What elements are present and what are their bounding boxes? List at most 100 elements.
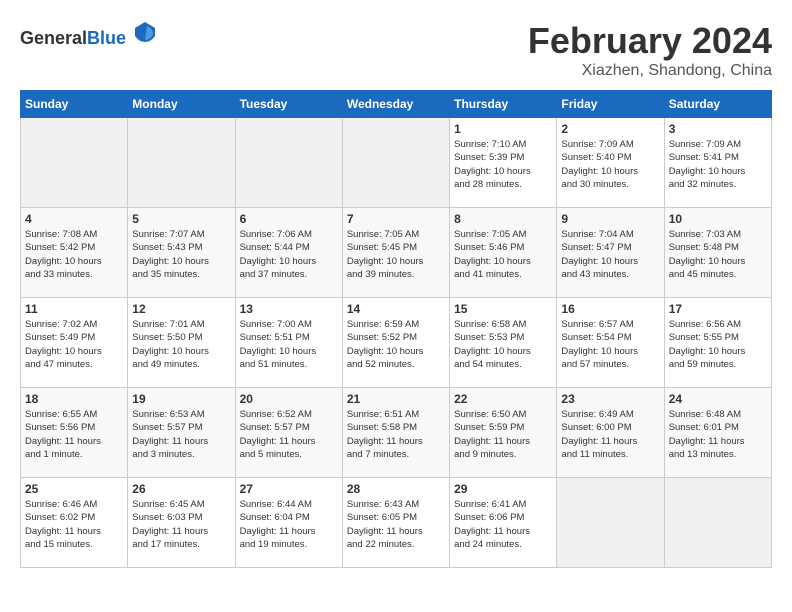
calendar-day-cell [235,118,342,208]
calendar-day-cell: 23 Sunrise: 6:49 AM Sunset: 6:00 PM Dayli… [557,388,664,478]
day-of-week-header: Saturday [664,91,771,118]
day-number: 5 [132,212,230,226]
day-info: Sunrise: 7:06 AM Sunset: 5:44 PM Dayligh… [240,228,338,281]
calendar-day-cell: 28 Sunrise: 6:43 AM Sunset: 6:05 PM Dayli… [342,478,449,568]
day-info: Sunrise: 6:53 AM Sunset: 5:57 PM Dayligh… [132,408,230,461]
day-number: 21 [347,392,445,406]
calendar-day-cell: 15 Sunrise: 6:58 AM Sunset: 5:53 PM Dayli… [450,298,557,388]
day-info: Sunrise: 6:45 AM Sunset: 6:03 PM Dayligh… [132,498,230,551]
calendar-day-cell: 20 Sunrise: 6:52 AM Sunset: 5:57 PM Dayli… [235,388,342,478]
day-info: Sunrise: 7:09 AM Sunset: 5:40 PM Dayligh… [561,138,659,191]
calendar-week-row: 11 Sunrise: 7:02 AM Sunset: 5:49 PM Dayli… [21,298,772,388]
day-number: 25 [25,482,123,496]
day-number: 2 [561,122,659,136]
calendar-day-cell: 4 Sunrise: 7:08 AM Sunset: 5:42 PM Daylig… [21,208,128,298]
logo: GeneralBlue [20,20,157,49]
calendar-day-cell [557,478,664,568]
day-number: 22 [454,392,552,406]
day-number: 1 [454,122,552,136]
day-number: 14 [347,302,445,316]
day-info: Sunrise: 6:52 AM Sunset: 5:57 PM Dayligh… [240,408,338,461]
calendar-day-cell: 13 Sunrise: 7:00 AM Sunset: 5:51 PM Dayli… [235,298,342,388]
day-info: Sunrise: 6:58 AM Sunset: 5:53 PM Dayligh… [454,318,552,371]
day-info: Sunrise: 6:49 AM Sunset: 6:00 PM Dayligh… [561,408,659,461]
day-number: 17 [669,302,767,316]
day-number: 19 [132,392,230,406]
day-info: Sunrise: 7:00 AM Sunset: 5:51 PM Dayligh… [240,318,338,371]
calendar-day-cell: 27Sunrise: 6:44 AM Sunset: 6:04 PM Dayli… [235,478,342,568]
calendar-day-cell: 17 Sunrise: 6:56 AM Sunset: 5:55 PM Dayli… [664,298,771,388]
calendar-day-cell: 2 Sunrise: 7:09 AM Sunset: 5:40 PM Daylig… [557,118,664,208]
calendar-day-cell: 11 Sunrise: 7:02 AM Sunset: 5:49 PM Dayli… [21,298,128,388]
calendar-day-cell: 25Sunrise: 6:46 AM Sunset: 6:02 PM Dayli… [21,478,128,568]
calendar-title: February 2024 [528,20,772,62]
calendar-day-cell [128,118,235,208]
calendar-day-cell: 8 Sunrise: 7:05 AM Sunset: 5:46 PM Daylig… [450,208,557,298]
calendar-day-cell: 5Sunrise: 7:07 AM Sunset: 5:43 PM Daylig… [128,208,235,298]
calendar-day-cell: 14 Sunrise: 6:59 AM Sunset: 5:52 PM Dayli… [342,298,449,388]
day-number: 26 [132,482,230,496]
calendar-day-cell: 16Sunrise: 6:57 AM Sunset: 5:54 PM Dayli… [557,298,664,388]
day-number: 18 [25,392,123,406]
day-of-week-header: Friday [557,91,664,118]
calendar-day-cell [664,478,771,568]
logo-icon [133,20,157,49]
day-number: 10 [669,212,767,226]
day-number: 16 [561,302,659,316]
day-number: 27 [240,482,338,496]
calendar-day-cell: 6Sunrise: 7:06 AM Sunset: 5:44 PM Daylig… [235,208,342,298]
day-of-week-header: Monday [128,91,235,118]
day-info: Sunrise: 7:08 AM Sunset: 5:42 PM Dayligh… [25,228,123,281]
day-info: Sunrise: 6:59 AM Sunset: 5:52 PM Dayligh… [347,318,445,371]
day-number: 8 [454,212,552,226]
calendar-day-cell: 18 Sunrise: 6:55 AM Sunset: 5:56 PM Dayli… [21,388,128,478]
calendar-day-cell: 24 Sunrise: 6:48 AM Sunset: 6:01 PM Dayli… [664,388,771,478]
calendar-week-row: 4 Sunrise: 7:08 AM Sunset: 5:42 PM Daylig… [21,208,772,298]
day-info: Sunrise: 7:05 AM Sunset: 5:46 PM Dayligh… [454,228,552,281]
day-info: Sunrise: 6:48 AM Sunset: 6:01 PM Dayligh… [669,408,767,461]
calendar-day-cell: 12 Sunrise: 7:01 AM Sunset: 5:50 PM Dayli… [128,298,235,388]
calendar-day-cell: 29 Sunrise: 6:41 AM Sunset: 6:06 PM Dayli… [450,478,557,568]
calendar-day-cell: 7Sunrise: 7:05 AM Sunset: 5:45 PM Daylig… [342,208,449,298]
day-info: Sunrise: 7:09 AM Sunset: 5:41 PM Dayligh… [669,138,767,191]
day-number: 28 [347,482,445,496]
day-number: 4 [25,212,123,226]
day-info: Sunrise: 6:50 AM Sunset: 5:59 PM Dayligh… [454,408,552,461]
day-info: Sunrise: 7:10 AM Sunset: 5:39 PM Dayligh… [454,138,552,191]
calendar-week-row: 18 Sunrise: 6:55 AM Sunset: 5:56 PM Dayli… [21,388,772,478]
day-info: Sunrise: 6:55 AM Sunset: 5:56 PM Dayligh… [25,408,123,461]
calendar-day-cell: 9 Sunrise: 7:04 AM Sunset: 5:47 PM Daylig… [557,208,664,298]
day-of-week-header: Wednesday [342,91,449,118]
day-number: 29 [454,482,552,496]
day-info: Sunrise: 7:04 AM Sunset: 5:47 PM Dayligh… [561,228,659,281]
calendar-day-cell: 3 Sunrise: 7:09 AM Sunset: 5:41 PM Daylig… [664,118,771,208]
calendar-day-cell [342,118,449,208]
calendar-week-row: 25Sunrise: 6:46 AM Sunset: 6:02 PM Dayli… [21,478,772,568]
day-info: Sunrise: 7:01 AM Sunset: 5:50 PM Dayligh… [132,318,230,371]
calendar-table: SundayMondayTuesdayWednesdayThursdayFrid… [20,90,772,568]
day-of-week-header: Sunday [21,91,128,118]
day-number: 3 [669,122,767,136]
day-number: 12 [132,302,230,316]
calendar-day-cell: 1 Sunrise: 7:10 AM Sunset: 5:39 PM Daylig… [450,118,557,208]
day-number: 9 [561,212,659,226]
calendar-header: GeneralBlue February 2024 Xiazhen, Shand… [20,20,772,80]
day-number: 11 [25,302,123,316]
day-of-week-header: Thursday [450,91,557,118]
calendar-day-cell: 10Sunrise: 7:03 AM Sunset: 5:48 PM Dayli… [664,208,771,298]
calendar-week-row: 1 Sunrise: 7:10 AM Sunset: 5:39 PM Daylig… [21,118,772,208]
day-info: Sunrise: 6:41 AM Sunset: 6:06 PM Dayligh… [454,498,552,551]
day-info: Sunrise: 6:56 AM Sunset: 5:55 PM Dayligh… [669,318,767,371]
day-info: Sunrise: 6:43 AM Sunset: 6:05 PM Dayligh… [347,498,445,551]
day-number: 13 [240,302,338,316]
day-number: 15 [454,302,552,316]
day-number: 24 [669,392,767,406]
day-info: Sunrise: 6:51 AM Sunset: 5:58 PM Dayligh… [347,408,445,461]
day-number: 20 [240,392,338,406]
calendar-day-cell: 22 Sunrise: 6:50 AM Sunset: 5:59 PM Dayli… [450,388,557,478]
calendar-day-cell: 19 Sunrise: 6:53 AM Sunset: 5:57 PM Dayli… [128,388,235,478]
day-number: 23 [561,392,659,406]
day-info: Sunrise: 7:02 AM Sunset: 5:49 PM Dayligh… [25,318,123,371]
day-of-week-header: Tuesday [235,91,342,118]
calendar-day-cell: 26 Sunrise: 6:45 AM Sunset: 6:03 PM Dayli… [128,478,235,568]
